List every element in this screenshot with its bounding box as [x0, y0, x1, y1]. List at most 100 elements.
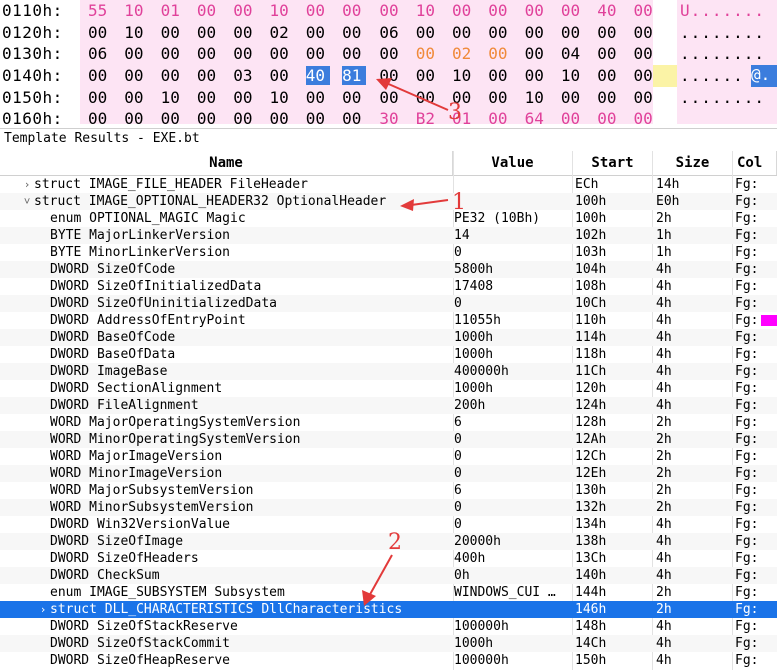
hex-byte[interactable]: 00 — [342, 109, 366, 124]
table-row[interactable]: WORD MajorOperatingSystemVersion 6 128h 2h F… — [0, 414, 777, 431]
hex-byte[interactable]: 00 — [197, 88, 221, 107]
hex-ascii[interactable]: ........ — [680, 88, 765, 107]
hex-byte[interactable]: 00 — [124, 109, 148, 124]
table-row[interactable]: BYTE MajorLinkerVersion 14 102h 1h Fg: — [0, 227, 777, 244]
hex-byte[interactable]: 64 — [525, 109, 549, 124]
hex-byte[interactable]: 00 — [197, 44, 221, 63]
hex-byte[interactable]: 00 — [306, 23, 330, 42]
table-row[interactable]: DWORD BaseOfData 1000h 118h 4h Fg: — [0, 346, 777, 363]
table-row[interactable]: › struct IMAGE_FILE_HEADER FileHeader ECh 1… — [0, 176, 777, 193]
hex-byte[interactable]: 00 — [416, 44, 440, 63]
table-row[interactable]: WORD MajorImageVersion 0 12Ch 2h Fg: — [0, 448, 777, 465]
hex-byte[interactable]: 00 — [416, 66, 440, 85]
hex-byte[interactable]: 00 — [597, 66, 621, 85]
hex-byte[interactable]: 00 — [379, 1, 403, 20]
hex-byte[interactable]: 00 — [634, 109, 658, 124]
hex-byte[interactable]: 10 — [124, 1, 148, 20]
hex-byte[interactable]: 10 — [270, 1, 294, 20]
column-header-color[interactable]: Col — [733, 151, 777, 175]
chevron-down-icon[interactable]: ˅ — [20, 193, 34, 210]
hex-ascii[interactable]: U....... — [680, 1, 765, 20]
hex-byte[interactable]: 00 — [270, 109, 294, 124]
hex-byte[interactable]: 00 — [488, 44, 512, 63]
template-results-table[interactable]: › struct IMAGE_FILE_HEADER FileHeader ECh 1… — [0, 176, 777, 670]
hex-byte[interactable]: 00 — [342, 44, 366, 63]
hex-byte[interactable]: 00 — [379, 88, 403, 107]
hex-byte[interactable]: 00 — [561, 1, 585, 20]
hex-byte[interactable]: 00 — [525, 1, 549, 20]
hex-ascii[interactable]: ........ — [680, 23, 765, 42]
hex-byte[interactable]: 04 — [561, 44, 585, 63]
hex-byte[interactable]: 81 — [342, 66, 367, 85]
hex-byte[interactable]: 10 — [452, 66, 476, 85]
hex-byte[interactable]: 00 — [379, 66, 403, 85]
hex-byte[interactable]: 00 — [488, 88, 512, 107]
hex-byte[interactable]: 10 — [124, 23, 148, 42]
table-row[interactable]: enum OPTIONAL_MAGIC Magic PE32 (10Bh) 100h… — [0, 210, 777, 227]
hex-byte[interactable]: 00 — [525, 66, 549, 85]
chevron-right-icon[interactable]: › — [20, 176, 34, 193]
table-row[interactable]: DWORD SizeOfHeapReserve 100000h 150h 4h Fg: — [0, 652, 777, 669]
table-row[interactable]: DWORD SizeOfCode 5800h 104h 4h Fg: — [0, 261, 777, 278]
table-row[interactable]: DWORD SizeOfStackReserve 100000h 148h 4h Fg: — [0, 618, 777, 635]
hex-byte[interactable]: 00 — [597, 23, 621, 42]
hex-byte[interactable]: 06 — [88, 44, 112, 63]
table-row[interactable]: DWORD BaseOfCode 1000h 114h 4h Fg: — [0, 329, 777, 346]
column-header-size[interactable]: Size — [653, 151, 733, 175]
hex-byte[interactable]: 00 — [124, 66, 148, 85]
hex-byte[interactable]: 00 — [488, 66, 512, 85]
hex-byte[interactable]: 00 — [597, 44, 621, 63]
hex-byte[interactable]: 00 — [634, 88, 658, 107]
hex-byte[interactable]: 00 — [270, 66, 294, 85]
hex-byte[interactable]: 00 — [416, 88, 440, 107]
hex-byte[interactable]: 00 — [634, 1, 658, 20]
hex-byte[interactable]: 00 — [161, 66, 185, 85]
hex-byte[interactable]: 00 — [233, 88, 257, 107]
hex-byte[interactable]: 00 — [197, 109, 221, 124]
table-row[interactable]: DWORD FileAlignment 200h 124h 4h Fg: — [0, 397, 777, 414]
hex-byte[interactable]: 00 — [270, 44, 294, 63]
table-row[interactable]: BYTE MinorLinkerVersion 0 103h 1h Fg: — [0, 244, 777, 261]
hex-byte[interactable]: 00 — [342, 88, 366, 107]
hex-byte[interactable]: 00 — [88, 23, 112, 42]
hex-ascii[interactable]: ........ — [680, 44, 765, 63]
hex-byte[interactable]: 03 — [233, 66, 257, 85]
hex-byte[interactable]: 00 — [197, 23, 221, 42]
table-row[interactable]: DWORD SizeOfInitializedData 17408 108h 4h Fg… — [0, 278, 777, 295]
table-row[interactable]: enum IMAGE_SUBSYSTEM Subsystem WINDOWS_CU… — [0, 584, 777, 601]
hex-byte[interactable]: B2 — [416, 109, 440, 124]
hex-byte[interactable]: 00 — [161, 44, 185, 63]
table-row[interactable]: ˅ struct IMAGE_OPTIONAL_HEADER32 Optional… — [0, 193, 777, 210]
hex-byte[interactable]: 55 — [88, 1, 112, 20]
hex-byte[interactable]: 30 — [379, 109, 403, 124]
hex-byte[interactable]: 00 — [124, 44, 148, 63]
hex-byte[interactable]: 02 — [270, 23, 294, 42]
hex-byte[interactable]: 10 — [416, 1, 440, 20]
hex-byte[interactable]: 10 — [525, 88, 549, 107]
hex-byte[interactable]: 00 — [597, 109, 621, 124]
hex-byte[interactable]: 00 — [161, 23, 185, 42]
hex-byte[interactable]: 10 — [561, 66, 585, 85]
hex-byte[interactable]: 00 — [233, 23, 257, 42]
hex-byte[interactable]: 00 — [488, 23, 512, 42]
hex-byte[interactable]: 00 — [197, 66, 221, 85]
hex-byte[interactable]: 00 — [306, 88, 330, 107]
hex-byte[interactable]: 00 — [379, 44, 403, 63]
hex-byte[interactable]: 00 — [452, 23, 476, 42]
hex-byte[interactable]: 00 — [597, 88, 621, 107]
hex-byte[interactable]: 00 — [161, 109, 185, 124]
table-row[interactable]: DWORD SizeOfUninitializedData 0 10Ch 4h Fg: — [0, 295, 777, 312]
hex-byte[interactable]: 00 — [88, 88, 112, 107]
column-header-name[interactable]: Name — [0, 151, 453, 175]
hex-byte[interactable]: 00 — [233, 109, 257, 124]
hex-editor-pane[interactable]: 0110h: 55 10 01 00 00 10 00 00 00 10 00 00 00 00 40 00 U.… — [0, 0, 777, 124]
column-header-start[interactable]: Start — [573, 151, 653, 175]
hex-byte[interactable]: 00 — [233, 44, 257, 63]
hex-byte[interactable]: 00 — [525, 23, 549, 42]
hex-byte[interactable]: 00 — [342, 1, 366, 20]
table-row[interactable]: WORD MinorImageVersion 0 12Eh 2h Fg: — [0, 465, 777, 482]
hex-byte[interactable]: 00 — [634, 23, 658, 42]
hex-byte[interactable]: 00 — [634, 66, 658, 85]
hex-byte[interactable]: 10 — [161, 88, 185, 107]
hex-byte[interactable]: 10 — [270, 88, 294, 107]
